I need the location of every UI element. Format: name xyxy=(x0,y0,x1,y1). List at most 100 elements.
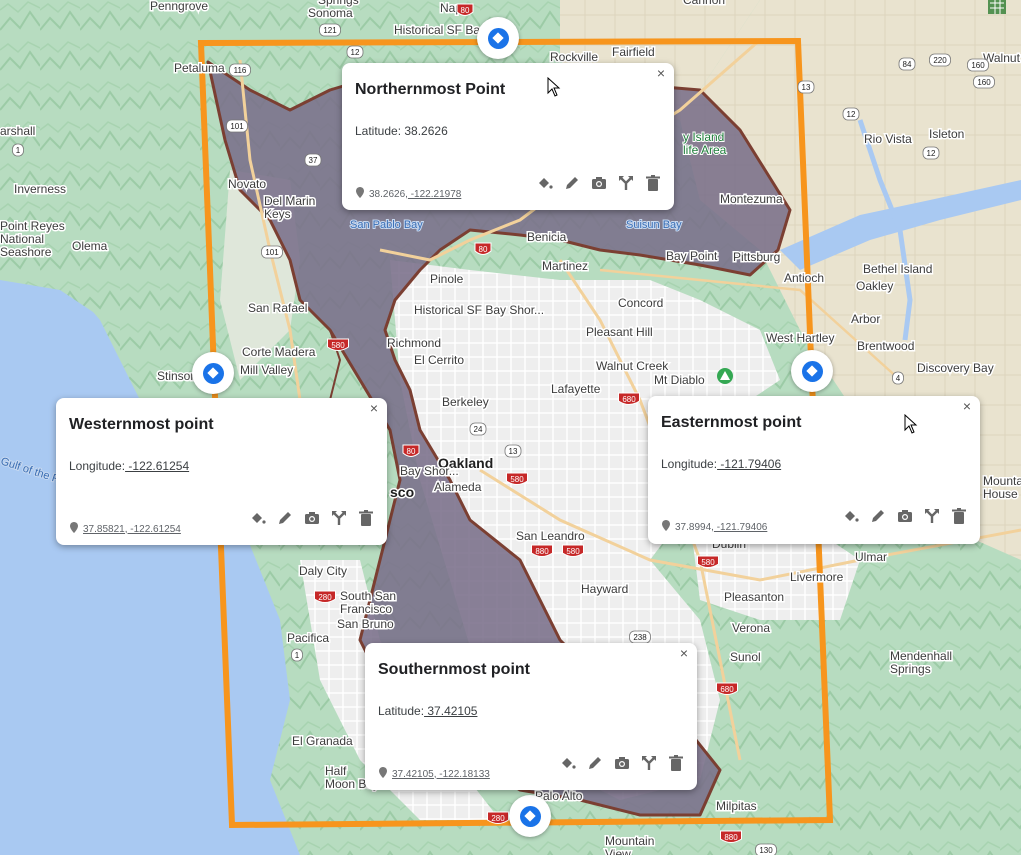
highway-shield-1: 1 xyxy=(12,143,24,157)
map-label-point-reyes: National xyxy=(0,232,44,246)
popup-coordinates[interactable]: 37.85821, -122.61254 xyxy=(70,522,181,536)
highway-shield-880: 880 xyxy=(531,544,553,557)
desc-value[interactable]: 37.42105 xyxy=(424,704,477,718)
highway-shield-80: 80 xyxy=(456,3,474,16)
highway-shield-280: 280 xyxy=(314,590,336,603)
highway-shield-37: 37 xyxy=(304,153,322,167)
map-label-historical-sf-bay-mid: Historical SF Bay Shor... xyxy=(414,303,544,317)
directions-icon[interactable] xyxy=(330,509,348,527)
camera-icon[interactable] xyxy=(613,754,631,772)
popup-coordinates[interactable]: 37.8994, -121.79406 xyxy=(662,520,767,534)
popup-description: Longitude: -122.61254 xyxy=(69,459,189,473)
map-label-fairfield: Fairfield xyxy=(612,45,655,59)
map-label-island-wildlife: y Island xyxy=(683,130,724,144)
map-label-mill-valley: Mill Valley xyxy=(240,363,293,377)
map-label-petaluma: Petaluma xyxy=(174,61,225,75)
close-icon[interactable]: × xyxy=(960,399,974,413)
map-label-walnut-creek: Walnut Creek xyxy=(596,359,669,373)
trash-icon[interactable] xyxy=(644,174,662,192)
highway-shield-12: 12 xyxy=(346,45,364,59)
pencil-icon[interactable] xyxy=(276,509,294,527)
highway-shield-24: 24 xyxy=(469,422,487,436)
trash-icon[interactable] xyxy=(950,507,968,525)
southernmost-point-popup: × Southernmost point Latitude: 37.42105 … xyxy=(365,643,697,790)
map-label-concord: Concord xyxy=(618,296,663,310)
popup-title: Northernmost Point xyxy=(355,81,506,98)
close-icon[interactable]: × xyxy=(677,646,691,660)
camera-icon[interactable] xyxy=(590,174,608,192)
directions-icon[interactable] xyxy=(640,754,658,772)
highway-shield-13: 13 xyxy=(797,80,815,94)
highway-shield-13: 13 xyxy=(504,444,522,458)
svg-text:12: 12 xyxy=(351,48,360,57)
popup-description: Longitude: -121.79406 xyxy=(661,457,781,471)
south-map-pin[interactable] xyxy=(509,795,551,837)
map-label-el-granada: El Granada xyxy=(292,734,353,748)
highway-shield-160: 160 xyxy=(973,75,995,89)
map-label-cannon: Cannon xyxy=(683,0,725,7)
highway-shield-680: 680 xyxy=(716,682,738,695)
map-label-arbor: Arbor xyxy=(851,312,880,326)
svg-text:680: 680 xyxy=(622,395,636,404)
camera-icon[interactable] xyxy=(896,507,914,525)
map-label-san-pablo-bay: San Pablo Bay xyxy=(350,219,423,231)
map-label-daly-city: Daly City xyxy=(299,564,347,578)
svg-text:880: 880 xyxy=(724,833,738,842)
paint-bucket-icon[interactable] xyxy=(249,509,267,527)
desc-label: Latitude: xyxy=(355,124,405,138)
highway-shield-101: 101 xyxy=(226,119,248,133)
popup-toolbar xyxy=(559,754,685,772)
directions-icon[interactable] xyxy=(923,507,941,525)
camera-icon[interactable] xyxy=(303,509,321,527)
popup-coordinates[interactable]: 37.42105, -122.18133 xyxy=(379,767,490,781)
apps-grid-icon[interactable] xyxy=(988,0,1006,14)
map-label-sunol: Sunol xyxy=(730,650,761,664)
popup-coordinates[interactable]: 38.2626, -122.21978 xyxy=(356,187,461,201)
highway-shield-4: 4 xyxy=(892,371,904,385)
map-label-pleasanton: Pleasanton xyxy=(724,590,784,604)
coords-longitude[interactable]: -121.79406 xyxy=(714,522,768,533)
coords-text[interactable]: 37.85821, -122.61254 xyxy=(83,524,181,535)
pencil-icon[interactable] xyxy=(586,754,604,772)
map-label-lafayette: Lafayette xyxy=(551,382,601,396)
map-label-ulmar: Ulmar xyxy=(855,550,887,564)
west-map-pin[interactable] xyxy=(192,352,234,394)
svg-text:24: 24 xyxy=(474,425,483,434)
mouse-cursor-icon xyxy=(904,414,918,434)
close-icon[interactable]: × xyxy=(367,401,381,415)
highway-shield-80: 80 xyxy=(402,444,420,457)
highway-shield-84: 84 xyxy=(898,57,916,71)
paint-bucket-icon[interactable] xyxy=(536,174,554,192)
popup-title: Easternmost point xyxy=(661,414,802,431)
svg-text:580: 580 xyxy=(566,547,580,556)
close-icon[interactable]: × xyxy=(654,66,668,80)
highway-shield-1: 1 xyxy=(291,648,303,662)
popup-toolbar xyxy=(842,507,968,525)
trash-icon[interactable] xyxy=(357,509,375,527)
pencil-icon[interactable] xyxy=(563,174,581,192)
map-label-berkeley: Berkeley xyxy=(442,395,489,409)
desc-label: Longitude: xyxy=(69,459,126,473)
map-label-west-hartley: West Hartley xyxy=(766,331,834,345)
north-map-pin[interactable] xyxy=(477,17,519,59)
map-label-south-sf: South San xyxy=(340,589,396,603)
highway-shield-12: 12 xyxy=(922,146,940,160)
coords-longitude[interactable]: -122.21978 xyxy=(408,189,462,200)
map-label-pleasant-hill: Pleasant Hill xyxy=(586,325,653,339)
trash-icon[interactable] xyxy=(667,754,685,772)
easternmost-point-popup: × Easternmost point Longitude: -121.7940… xyxy=(648,396,980,544)
map-label-richmond: Richmond xyxy=(387,336,441,350)
directions-icon[interactable] xyxy=(617,174,635,192)
mouse-cursor-icon xyxy=(547,77,561,97)
paint-bucket-icon[interactable] xyxy=(559,754,577,772)
map-label-isleton: Isleton xyxy=(929,127,964,141)
map-label-el-cerrito: El Cerrito xyxy=(414,353,464,367)
svg-text:280: 280 xyxy=(491,814,505,823)
east-map-pin[interactable] xyxy=(791,350,833,392)
pencil-icon[interactable] xyxy=(869,507,887,525)
desc-value[interactable]: -122.61254 xyxy=(125,459,189,473)
desc-value[interactable]: -121.79406 xyxy=(717,457,781,471)
highway-shield-220: 220 xyxy=(929,53,951,67)
coords-text[interactable]: 37.42105, -122.18133 xyxy=(392,769,490,780)
paint-bucket-icon[interactable] xyxy=(842,507,860,525)
